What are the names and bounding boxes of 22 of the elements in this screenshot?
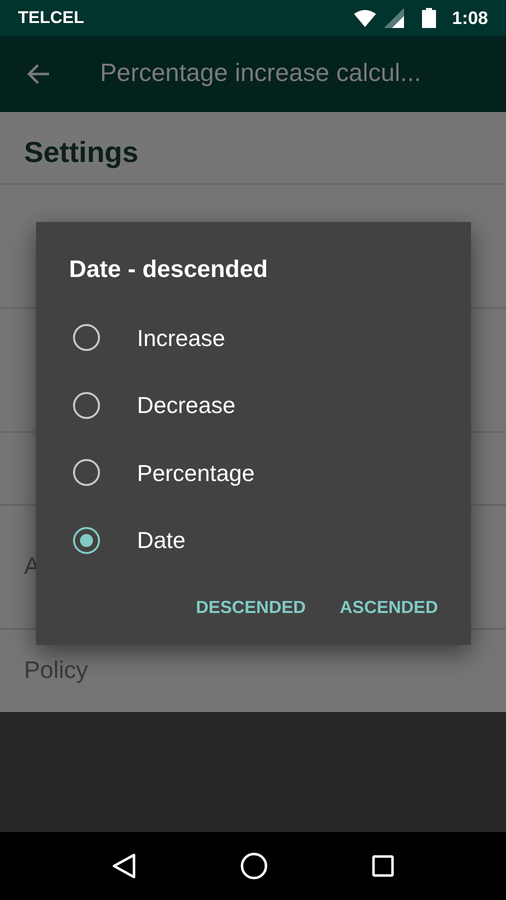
home-icon[interactable] [240,852,268,880]
wifi-icon [354,9,376,27]
dialog-button[interactable]: DESCENDED [196,594,306,620]
clock-time: 1:08 [452,6,488,30]
recents-icon[interactable] [372,855,394,877]
back-icon[interactable] [112,853,136,879]
carrier-name: TELCEL [18,7,84,30]
back-arrow-icon[interactable] [26,63,50,85]
toolbar-title: Percentage increase calcul... [100,58,422,90]
dialog-button[interactable]: ASCENDED [340,594,438,620]
option-label[interactable]: Increase [137,320,226,355]
option-label[interactable]: Decrease [137,388,236,422]
dialog-title: Date - descended [69,255,269,285]
settings-heading: Settings [0,112,506,185]
radio-button[interactable] [73,324,100,352]
option-label[interactable]: Date [137,523,186,558]
radio-button[interactable] [73,459,100,486]
signal-icon [384,8,404,28]
option-label[interactable]: Percentage [137,456,255,490]
radio-button[interactable] [73,526,100,554]
battery-icon [422,8,436,28]
radio-button[interactable] [73,392,100,419]
